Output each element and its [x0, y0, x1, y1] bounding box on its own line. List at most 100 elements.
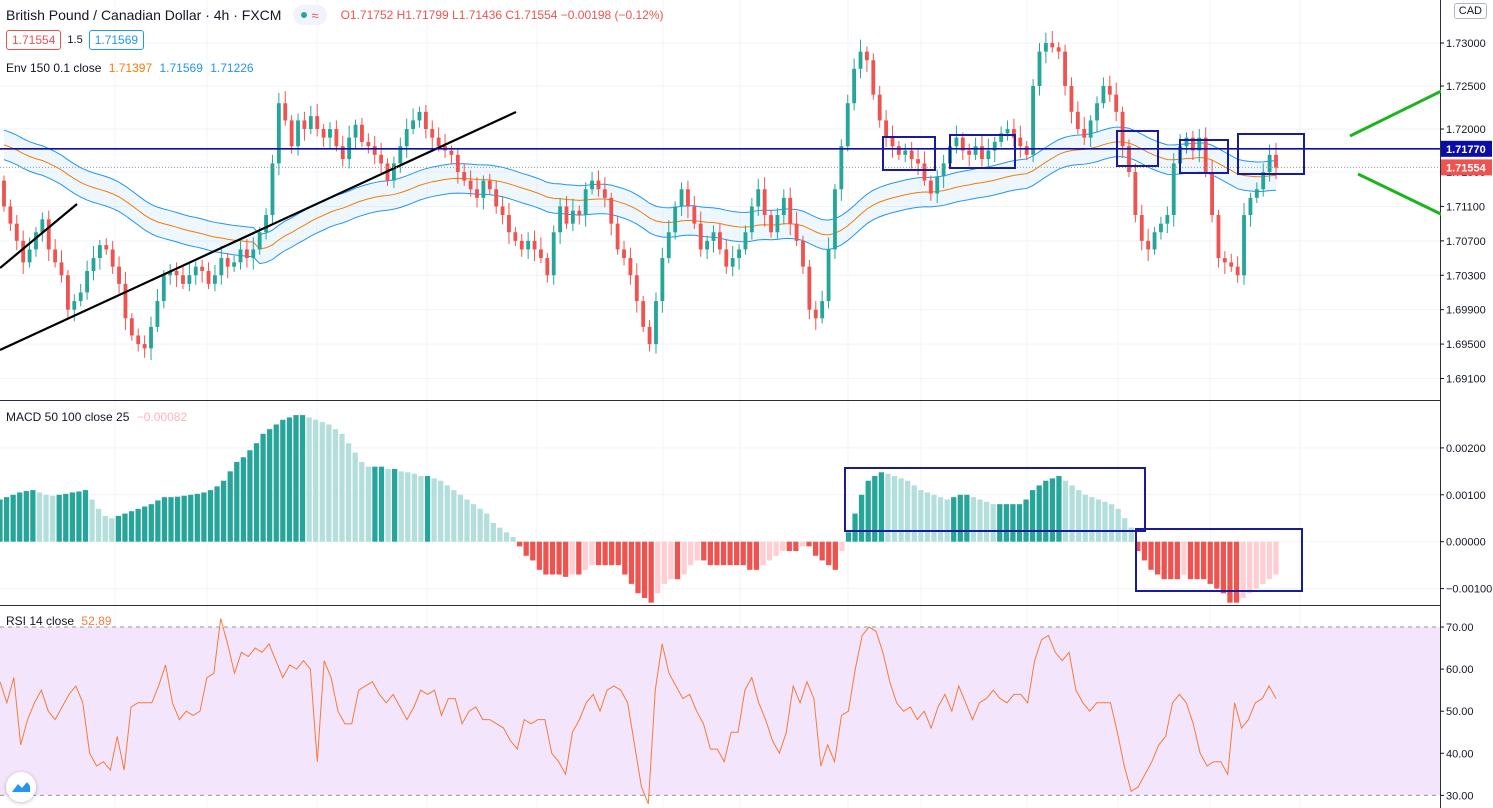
candle-body — [315, 116, 320, 130]
candle-body — [391, 163, 396, 181]
candle-body — [423, 111, 428, 130]
currency-badge[interactable]: CAD — [1453, 3, 1487, 19]
macd-bar — [701, 541, 707, 561]
candle-body — [928, 180, 933, 194]
candle-body — [532, 240, 537, 250]
macd-bar — [970, 497, 977, 542]
macd-bar — [102, 515, 108, 542]
candle-body — [213, 275, 217, 284]
candle-body — [973, 146, 978, 155]
candle-body — [1216, 215, 1221, 259]
candle-body — [1229, 262, 1234, 267]
macd-bar — [1089, 497, 1095, 542]
macd-bar — [727, 541, 733, 566]
macd-bar — [451, 490, 457, 542]
macd-bar — [17, 492, 23, 542]
candle-body — [717, 232, 722, 250]
macd-bar — [174, 496, 181, 542]
candle-body — [647, 326, 652, 345]
candle-body — [91, 258, 96, 271]
candle-body — [219, 258, 224, 276]
macd-bar — [924, 492, 931, 542]
macd-bar — [115, 515, 122, 542]
macd-legend[interactable]: MACD 50 100 close 25 −0.00082 — [6, 410, 187, 424]
macd-bar — [865, 480, 871, 542]
tradingview-logo-icon[interactable] — [6, 772, 36, 802]
macd-bar — [589, 541, 595, 566]
candle-body — [308, 116, 313, 130]
macd-bar — [687, 541, 694, 566]
macd-bar — [63, 493, 69, 542]
macd-bar — [464, 499, 470, 542]
buy-price-button[interactable]: 1.71569 — [88, 30, 145, 50]
candle-body — [852, 68, 857, 104]
candle-body — [1274, 154, 1278, 168]
candle-body — [1075, 111, 1080, 130]
price-marker-label[interactable]: 1.71554 — [1446, 162, 1487, 174]
macd-bar — [286, 417, 293, 542]
macd-bar — [536, 541, 542, 570]
macd-bar — [431, 478, 437, 542]
candle-body — [551, 232, 556, 276]
market-status-pill[interactable]: ≈ — [293, 5, 327, 25]
macd-bar — [227, 471, 233, 542]
candle-body — [462, 172, 467, 181]
macd-bar — [641, 541, 648, 598]
candle-body — [1107, 86, 1112, 95]
macd-bar — [56, 494, 62, 542]
macd-bar — [247, 450, 253, 542]
candle-body — [289, 120, 294, 147]
candle-body — [436, 137, 441, 147]
macd-bar — [109, 518, 115, 542]
macd-bar — [1194, 541, 1200, 580]
macd-bar — [674, 541, 681, 580]
macd-bar — [405, 472, 411, 542]
candle-body — [123, 283, 128, 319]
macd-bar — [188, 494, 194, 542]
macd-bar — [977, 499, 983, 542]
macd-bar — [214, 486, 220, 542]
candle-body — [941, 163, 946, 177]
candle-body — [507, 215, 511, 233]
candle-body — [666, 232, 671, 259]
candle-body — [871, 60, 876, 95]
macd-bar — [484, 513, 490, 542]
candle-body — [174, 270, 179, 276]
macd-bar — [43, 494, 49, 542]
candle-body — [404, 129, 409, 147]
candle-body — [813, 309, 818, 319]
rsi-legend[interactable]: RSI 14 close 52.89 — [6, 614, 111, 628]
candle-body — [1210, 172, 1214, 216]
macd-bar — [438, 480, 444, 542]
env-value-lower: 1.71226 — [210, 61, 254, 75]
candle-body — [833, 189, 837, 250]
candle-body — [129, 318, 134, 336]
macd-bar — [622, 541, 628, 575]
macd-bar — [1154, 541, 1161, 575]
candle-body — [737, 249, 741, 259]
macd-bar — [523, 541, 529, 556]
candle-body — [602, 189, 607, 198]
sell-price-button[interactable]: 1.71554 — [6, 30, 62, 50]
macd-bar — [398, 471, 404, 542]
macd-bar — [457, 494, 464, 542]
macd-bar — [1201, 541, 1207, 580]
candle-body — [903, 150, 908, 155]
macd-bar — [1207, 541, 1213, 584]
env-legend[interactable]: Env 150 0.1 close 1.71397 1.71569 1.7122… — [6, 61, 254, 75]
price-axis[interactable]: 1.730001.725001.720001.715001.711001.707… — [1440, 0, 1493, 808]
symbol-title[interactable]: British Pound / Canadian Dollar · 4h · F… — [6, 7, 281, 23]
macd-bar — [1010, 504, 1016, 542]
env-value-upper: 1.71569 — [159, 61, 203, 75]
macd-bar — [339, 433, 345, 542]
rsi-tick-label: 40.00 — [1446, 748, 1474, 760]
chart-canvas[interactable]: 1.730001.725001.720001.715001.711001.707… — [0, 0, 1493, 808]
macd-bar — [10, 494, 16, 542]
macd-bar — [319, 422, 325, 542]
candle-body — [142, 344, 147, 349]
macd-bar — [444, 485, 450, 542]
candle-body — [455, 154, 460, 173]
price-marker-label[interactable]: 1.71770 — [1446, 144, 1486, 156]
candle-body — [2, 180, 6, 207]
macd-bar — [345, 443, 352, 542]
